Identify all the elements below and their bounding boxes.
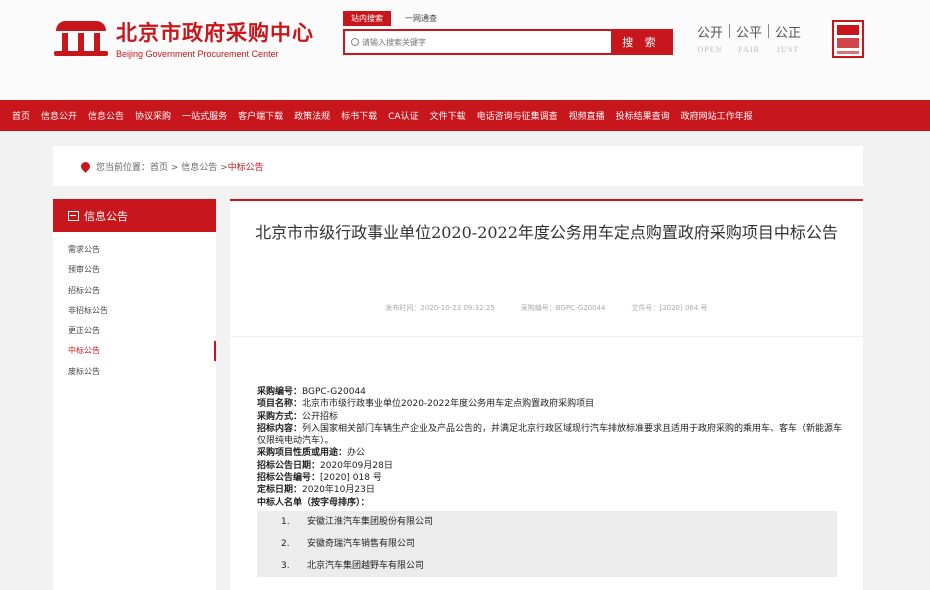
- field-project-nature: 采购项目性质或用途：办公: [257, 448, 366, 459]
- sidebar-title: 信息公告: [84, 209, 128, 223]
- document-number: 文件号：[2020] 064 号: [631, 304, 708, 312]
- nav-item-file-download[interactable]: 文件下载: [430, 109, 466, 122]
- field-winner-list-label: 中标人名单（按字母排序）：: [257, 497, 370, 508]
- nav-item-policies[interactable]: 政策法规: [294, 109, 330, 122]
- sidebar-item-prequalification[interactable]: 预审公告: [53, 260, 216, 280]
- sidebar-item-correction[interactable]: 更正公告: [53, 321, 216, 341]
- breadcrumb: 您当前位置：首页 > 信息公告 > 中标公告: [53, 146, 863, 186]
- nav-item-client-download[interactable]: 客户端下载: [238, 109, 283, 122]
- site-header: 北京市政府采购中心 Beijing Government Procurement…: [0, 0, 930, 100]
- location-pin-icon: [79, 159, 92, 173]
- nav-item-bid-results[interactable]: 投标结果查询: [616, 109, 670, 122]
- publish-time: 发布时间：2020-10-23 09:32:25: [385, 304, 495, 312]
- search-input[interactable]: [362, 37, 602, 47]
- article-body: 采购编号：BGPC-G20044 项目名称：北京市市级行政事业单位2020-20…: [257, 386, 847, 577]
- tab-site-search[interactable]: 站内搜索: [343, 11, 391, 26]
- sidebar-item-demand[interactable]: 需求公告: [53, 240, 216, 260]
- nav-item-video-live[interactable]: 视频直播: [569, 109, 605, 122]
- nav-item-tender-docs[interactable]: 标书下载: [341, 109, 377, 122]
- beijing-china-badge-icon[interactable]: [832, 20, 864, 58]
- logo-title: 北京市政府采购中心: [116, 21, 314, 45]
- sidebar-item-non-tender[interactable]: 非招标公告: [53, 301, 216, 321]
- field-notice-date: 招标公告日期：2020年09月28日: [257, 460, 393, 471]
- search-button[interactable]: 搜 索: [611, 31, 671, 53]
- search-tabs: 站内搜索 一网通查: [343, 11, 445, 26]
- tab-unified-search[interactable]: 一网通查: [397, 11, 445, 26]
- field-project-name: 项目名称：北京市市级行政事业单位2020-2022年度公务用车定点购置政府采购项…: [257, 399, 595, 410]
- site-logo[interactable]: 北京市政府采购中心 Beijing Government Procurement…: [52, 17, 314, 59]
- nav-item-agreement-procurement[interactable]: 协议采购: [135, 109, 171, 122]
- list-item: 3. 北京汽车集团越野车有限公司: [281, 560, 425, 571]
- list-item: 2. 安徽奇瑞汽车销售有限公司: [281, 538, 416, 549]
- main-nav: 首页 信息公开 信息公告 协议采购 一站式服务 客户端下载 政策法规 标书下载 …: [0, 100, 930, 131]
- sidebar-item-award[interactable]: 中标公告: [53, 341, 216, 362]
- field-procurement-number: 采购编号：BGPC-G20044: [257, 387, 366, 397]
- sidebar-header: 信息公告: [53, 199, 216, 232]
- sidebar: 信息公告 需求公告 预审公告 招标公告 非招标公告 更正公告 中标公告 废标公告: [53, 199, 216, 590]
- sidebar-item-void[interactable]: 废标公告: [53, 362, 216, 382]
- logo-emblem-icon: [52, 19, 110, 57]
- slogan-just: 公正 JUST: [775, 26, 802, 54]
- search-icon: [351, 38, 359, 46]
- list-item: 1. 安徽江淮汽车集团股份有限公司: [281, 516, 434, 527]
- search-bar: 搜 索: [343, 29, 673, 55]
- nav-item-annual-report[interactable]: 政府网站工作年报: [681, 109, 753, 122]
- procurement-number: 采购编号：BGPC-G20044: [520, 304, 606, 312]
- breadcrumb-path[interactable]: 您当前位置：首页 > 信息公告 >: [96, 160, 228, 173]
- article-panel: 北京市市级行政事业单位2020-2022年度公务用车定点购置政府采购项目中标公告…: [230, 199, 863, 590]
- article-title: 北京市市级行政事业单位2020-2022年度公务用车定点购置政府采购项目中标公告: [255, 223, 838, 242]
- field-tender-content: 招标内容：列入国家相关部门车辆生产企业及产品公告的，并满足北京行政区域现行汽车排…: [257, 423, 843, 447]
- slogan-open: 公开 OPEN: [697, 26, 724, 54]
- article-meta: 发布时间：2020-10-23 09:32:25 采购编号：BGPC-G2004…: [230, 303, 863, 313]
- nav-item-one-stop-service[interactable]: 一站式服务: [182, 109, 227, 122]
- logo-subtitle: Beijing Government Procurement Center: [116, 49, 279, 59]
- breadcrumb-current: 中标公告: [227, 162, 264, 173]
- nav-item-announcements[interactable]: 信息公告: [88, 109, 124, 122]
- winner-list: 1. 安徽江淮汽车集团股份有限公司 2. 安徽奇瑞汽车销售有限公司 3. 北京汽车集团…: [257, 510, 837, 577]
- sidebar-item-tender[interactable]: 招标公告: [53, 281, 216, 301]
- slogans: 公开 OPEN 公平 FAIR 公正 JUST: [697, 22, 801, 54]
- field-notice-number: 招标公告编号：[2020] 018 号: [257, 473, 382, 484]
- document-icon: [68, 210, 79, 221]
- nav-item-info-disclosure[interactable]: 信息公开: [41, 109, 77, 122]
- nav-item-home[interactable]: 首页: [12, 109, 30, 122]
- field-award-date: 定标日期：2020年10月23日: [257, 485, 375, 496]
- field-procurement-method: 采购方式：公开招标: [257, 411, 339, 422]
- nav-item-phone-consult[interactable]: 电话咨询与征集调查: [477, 109, 558, 122]
- slogan-fair: 公平 FAIR: [736, 26, 763, 54]
- nav-item-ca-cert[interactable]: CA认证: [388, 109, 418, 122]
